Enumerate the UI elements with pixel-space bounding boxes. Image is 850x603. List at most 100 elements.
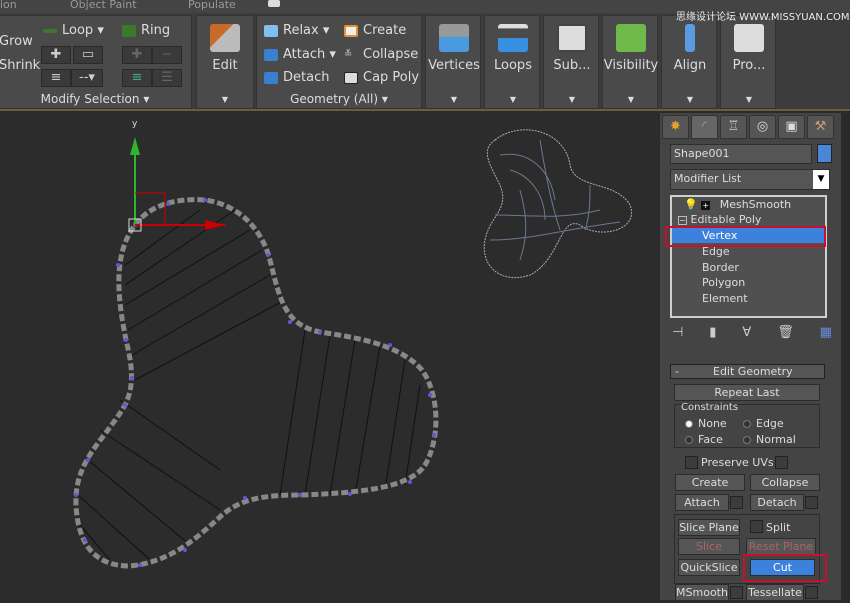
loops-button[interactable]: Loops ▼ <box>484 15 540 109</box>
tab-object-paint[interactable]: Object Paint <box>70 0 137 11</box>
msmooth-button[interactable]: MSmooth <box>675 584 729 601</box>
visibility-button[interactable]: Visibility ▼ <box>602 15 658 109</box>
cap-poly-button[interactable]: Cap Poly <box>344 70 419 85</box>
modify-selection-label[interactable]: Modify Selection ▾ <box>0 92 191 106</box>
shrink-button[interactable]: Shrink <box>0 58 40 73</box>
select-loop-button[interactable]: ≡ <box>41 69 71 87</box>
edit-panel[interactable]: Edit ▼ <box>196 15 254 109</box>
y-axis-label: y <box>132 119 138 129</box>
constraints-group: Constraints None Edge Face Normal <box>674 402 820 448</box>
constraint-normal-radio[interactable]: Normal <box>743 433 796 446</box>
collapse-tree-icon: − <box>678 216 687 225</box>
subdivision-icon <box>557 24 587 52</box>
stack-item-meshsmooth[interactable]: 💡 + MeshSmooth <box>672 197 825 212</box>
tessellate-settings-button[interactable] <box>805 586 818 599</box>
chevron-down-icon: ▼ <box>813 170 829 189</box>
attach-button[interactable]: Attach <box>675 494 729 511</box>
object-color-swatch[interactable] <box>817 144 832 163</box>
attach-label: Attach <box>283 47 326 62</box>
preserve-uvs-checkbox[interactable] <box>685 456 698 469</box>
tab-populate[interactable]: Populate <box>188 0 236 11</box>
create-label: Create <box>363 23 407 38</box>
create-button[interactable]: Create <box>675 474 745 491</box>
grow-button[interactable]: Grow <box>0 34 33 49</box>
shrink-loop-button[interactable]: ▭ <box>73 46 103 64</box>
viewport-canvas[interactable]: y <box>0 113 658 600</box>
geometry-all-label[interactable]: Geometry (All) ▾ <box>257 92 421 106</box>
vertices-button[interactable]: Vertices ▼ <box>425 15 481 109</box>
collapse-ribbon-button[interactable]: ≚ Collapse <box>344 47 418 62</box>
pin-stack-icon[interactable]: ⊣ <box>672 325 683 340</box>
subdivision-button[interactable]: Sub... ▼ <box>543 15 599 109</box>
stack-item-element[interactable]: Element <box>672 291 825 306</box>
command-panel-scrollbar[interactable] <box>841 113 850 600</box>
detach-settings-button[interactable] <box>805 496 818 509</box>
constraint-none-radio[interactable]: None <box>685 417 727 430</box>
tessellate-button[interactable]: Tessellate <box>746 584 804 601</box>
constraint-face-radio[interactable]: Face <box>685 433 723 446</box>
dropdown-arrow-icon: ▼ <box>568 95 576 104</box>
relax-button[interactable]: Relax ▾ <box>264 23 329 38</box>
radio-icon <box>685 436 693 444</box>
perspective-viewport[interactable]: y <box>0 113 658 600</box>
cap-poly-icon <box>344 71 358 84</box>
watermark: 思缘设计论坛 WWW.MISSYUAN.COM <box>676 12 850 23</box>
expand-icon[interactable]: + <box>701 201 711 210</box>
modifier-stack: 💡 + MeshSmooth − Editable Poly Vertex Ed… <box>670 195 827 318</box>
vertices-label: Vertices <box>428 58 480 73</box>
slice-plane-button[interactable]: Slice Plane <box>678 519 740 536</box>
modifier-list-dropdown[interactable]: Modifier List ▼ <box>670 169 830 190</box>
modify-selection-title: Modify Selection <box>40 92 140 106</box>
hierarchy-tab-icon[interactable]: ♖ <box>720 115 747 139</box>
shrink-ring-button[interactable]: − <box>152 46 182 64</box>
object-name-field[interactable]: Shape001 <box>670 144 812 164</box>
motion-tab-icon[interactable]: ◎ <box>749 115 776 139</box>
remove-modifier-icon[interactable]: 🗑 <box>777 325 794 340</box>
ring-button[interactable]: Ring <box>122 23 170 38</box>
ring-mode-button[interactable]: ☰ <box>152 69 182 87</box>
constraint-edge-radio[interactable]: Edge <box>743 417 784 430</box>
stack-item-editable-poly[interactable]: − Editable Poly <box>672 212 825 227</box>
detach-button[interactable]: Detach <box>750 494 804 511</box>
radio-label: Edge <box>756 417 784 430</box>
radio-label: Normal <box>756 433 796 446</box>
ribbon-minimize-icon[interactable] <box>268 0 280 7</box>
ring-icon <box>122 24 136 37</box>
grow-ring-button[interactable]: ✚ <box>122 46 152 64</box>
stack-item-polygon[interactable]: Polygon <box>672 275 825 290</box>
selected-shape-outline[interactable] <box>73 197 439 569</box>
visibility-label: Visibility <box>603 58 659 73</box>
edit-geometry-rollout-header[interactable]: - Edit Geometry <box>670 364 825 379</box>
tab-selection[interactable]: ion <box>0 0 17 11</box>
modify-tab-icon[interactable]: ◜ <box>691 115 718 139</box>
select-ring-button[interactable]: ≡ <box>122 69 152 87</box>
loop-label: Loop <box>62 23 94 38</box>
attach-settings-button[interactable] <box>730 496 743 509</box>
configure-modifier-sets-icon[interactable]: ▦ <box>820 325 832 340</box>
lightbulb-icon[interactable]: 💡 <box>684 198 698 211</box>
loop-mode-button[interactable]: --▾ <box>71 69 103 87</box>
detach-button[interactable]: Detach <box>264 70 329 85</box>
create-tab-icon[interactable]: ✸ <box>662 115 689 139</box>
vertices <box>74 198 436 567</box>
attach-button[interactable]: Attach ▾ <box>264 47 336 62</box>
msmooth-settings-button[interactable] <box>730 586 743 599</box>
utilities-tab-icon[interactable]: ⚒ <box>807 115 834 139</box>
split-checkbox[interactable] <box>750 520 763 533</box>
collapse-button[interactable]: Collapse <box>750 474 820 491</box>
constraints-label: Constraints <box>681 402 739 413</box>
loop-button[interactable]: Loop ▾ <box>43 23 104 38</box>
quickslice-button[interactable]: QuickSlice <box>678 559 740 576</box>
create-ribbon-button[interactable]: Create <box>344 23 406 38</box>
reset-plane-button[interactable]: Reset Plane <box>746 538 816 555</box>
slice-button[interactable]: Slice <box>678 538 740 555</box>
align-button[interactable]: Align ▼ <box>661 15 717 109</box>
properties-button[interactable]: Pro... ▼ <box>720 15 776 109</box>
stack-item-border[interactable]: Border <box>672 260 825 275</box>
preserve-uvs-settings-button[interactable] <box>775 456 788 469</box>
make-unique-icon[interactable]: ∀ <box>742 325 751 340</box>
display-tab-icon[interactable]: ▣ <box>778 115 805 139</box>
repeat-last-button[interactable]: Repeat Last <box>674 384 820 401</box>
show-end-result-icon[interactable]: ▮ <box>709 325 716 340</box>
grow-loop-button[interactable]: ✚ <box>41 46 71 64</box>
